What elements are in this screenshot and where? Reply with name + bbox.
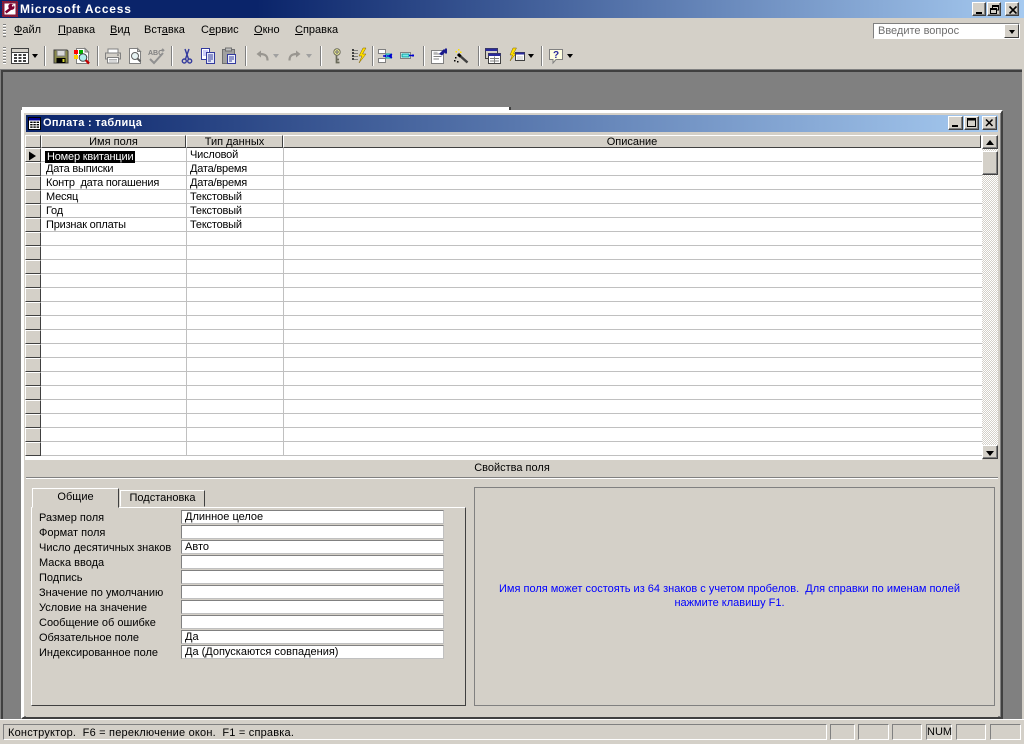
svg-text:?: ? xyxy=(553,50,559,61)
